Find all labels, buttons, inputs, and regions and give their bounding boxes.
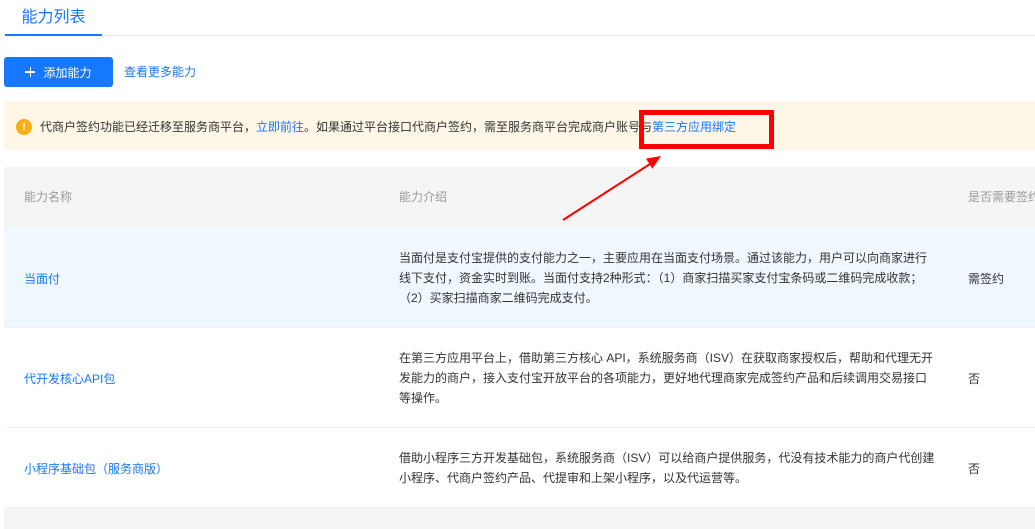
third-party-app-binding-link[interactable]: 第三方应用绑定 xyxy=(652,120,736,134)
alert-message: 代商户签约功能已经迁移至服务商平台，立即前往。如果通过平台接口代商户签约，需至服… xyxy=(40,119,736,135)
description-line: 线下支付，资金实时到账。当面付支持2种形式：（1）商家扫描买家支付宝条码或二维码… xyxy=(399,271,923,285)
description-line: （2）买家扫描商家二维码完成支付。 xyxy=(399,291,598,305)
capability-name-link[interactable]: 代开发核心API包 xyxy=(24,370,115,387)
add-capability-button[interactable]: 添加能力 xyxy=(4,57,113,87)
column-header-name: 能力名称 xyxy=(24,190,73,204)
table-row xyxy=(4,508,1035,529)
capability-name-cell: 当面付 xyxy=(4,228,379,328)
description-line: 在第三方应用平台上，借助第三方核心 API，系统服务商（ISV）在获取商家授权后… xyxy=(399,351,934,365)
description-line: 借助小程序三方开发基础包，系统服务商（ISV）可以给商户提供服务，代没有技术能力… xyxy=(399,451,935,465)
capability-description: 在第三方应用平台上，借助第三方核心 API，系统服务商（ISV）在获取商家授权后… xyxy=(379,328,948,428)
signing-required-value: 否 xyxy=(968,371,981,386)
alert-text-after: 。如果通过平台接口代商户签约，需至服务商平台完成商户账号与 xyxy=(304,120,653,134)
description-line: 当面付是支付宝提供的支付能力之一，主要应用在当面支付场景。通过该能力，用户可以向… xyxy=(399,251,928,265)
table-row: 当面付 当面付是支付宝提供的支付能力之一，主要应用在当面支付场景。通过该能力，用… xyxy=(4,228,1035,328)
go-now-link[interactable]: 立即前往 xyxy=(256,120,304,134)
capability-name-link[interactable]: 当面付 xyxy=(24,270,60,287)
column-header-description: 能力介绍 xyxy=(399,190,448,204)
notice-alert: ! 代商户签约功能已经迁移至服务商平台，立即前往。如果通过平台接口代商户签约，需… xyxy=(4,101,1035,150)
capability-name-cell: 小程序基础包（服务商版） xyxy=(4,428,379,508)
warning-circle-icon: ! xyxy=(16,119,32,135)
capability-description: 借助小程序三方开发基础包，系统服务商（ISV）可以给商户提供服务，代没有技术能力… xyxy=(379,428,948,508)
capability-table: 能力名称 能力介绍 是否需要签约 当面付 当面付是支付宝提供的支付能力之一，主要… xyxy=(4,167,1035,529)
alert-text-before: 代商户签约功能已经迁移至服务商平台， xyxy=(40,120,257,134)
tab-capability-list[interactable]: 能力列表 xyxy=(5,0,102,36)
description-line: 发能力的商户，接入支付宝开放平台的各项能力，更好地代理商家完成签约产品和后续调用… xyxy=(399,371,928,385)
plus-icon xyxy=(25,67,36,77)
tab-bar: 能力列表 xyxy=(4,0,1035,36)
signing-required-value: 需签约 xyxy=(968,271,1005,286)
table-header: 能力名称 能力介绍 是否需要签约 xyxy=(4,167,1035,228)
table-row: 代开发核心API包 在第三方应用平台上，借助第三方核心 API，系统服务商（IS… xyxy=(4,328,1035,428)
description-line: 等操作。 xyxy=(399,391,448,405)
add-capability-label: 添加能力 xyxy=(43,65,92,80)
capability-name-link[interactable]: 小程序基础包（服务商版） xyxy=(24,460,168,477)
view-more-capabilities-link[interactable]: 查看更多能力 xyxy=(124,64,196,80)
column-header-signing-required: 是否需要签约 xyxy=(968,190,1035,204)
table-row: 小程序基础包（服务商版） 借助小程序三方开发基础包，系统服务商（ISV）可以给商… xyxy=(4,428,1035,508)
description-line: 小程序、代商户签约产品、代提审和上架小程序，以及代运营等。 xyxy=(399,471,748,485)
capability-description: 当面付是支付宝提供的支付能力之一，主要应用在当面支付场景。通过该能力，用户可以向… xyxy=(379,228,948,328)
signing-required-value: 否 xyxy=(968,461,981,476)
capability-name-cell: 代开发核心API包 xyxy=(4,328,379,428)
